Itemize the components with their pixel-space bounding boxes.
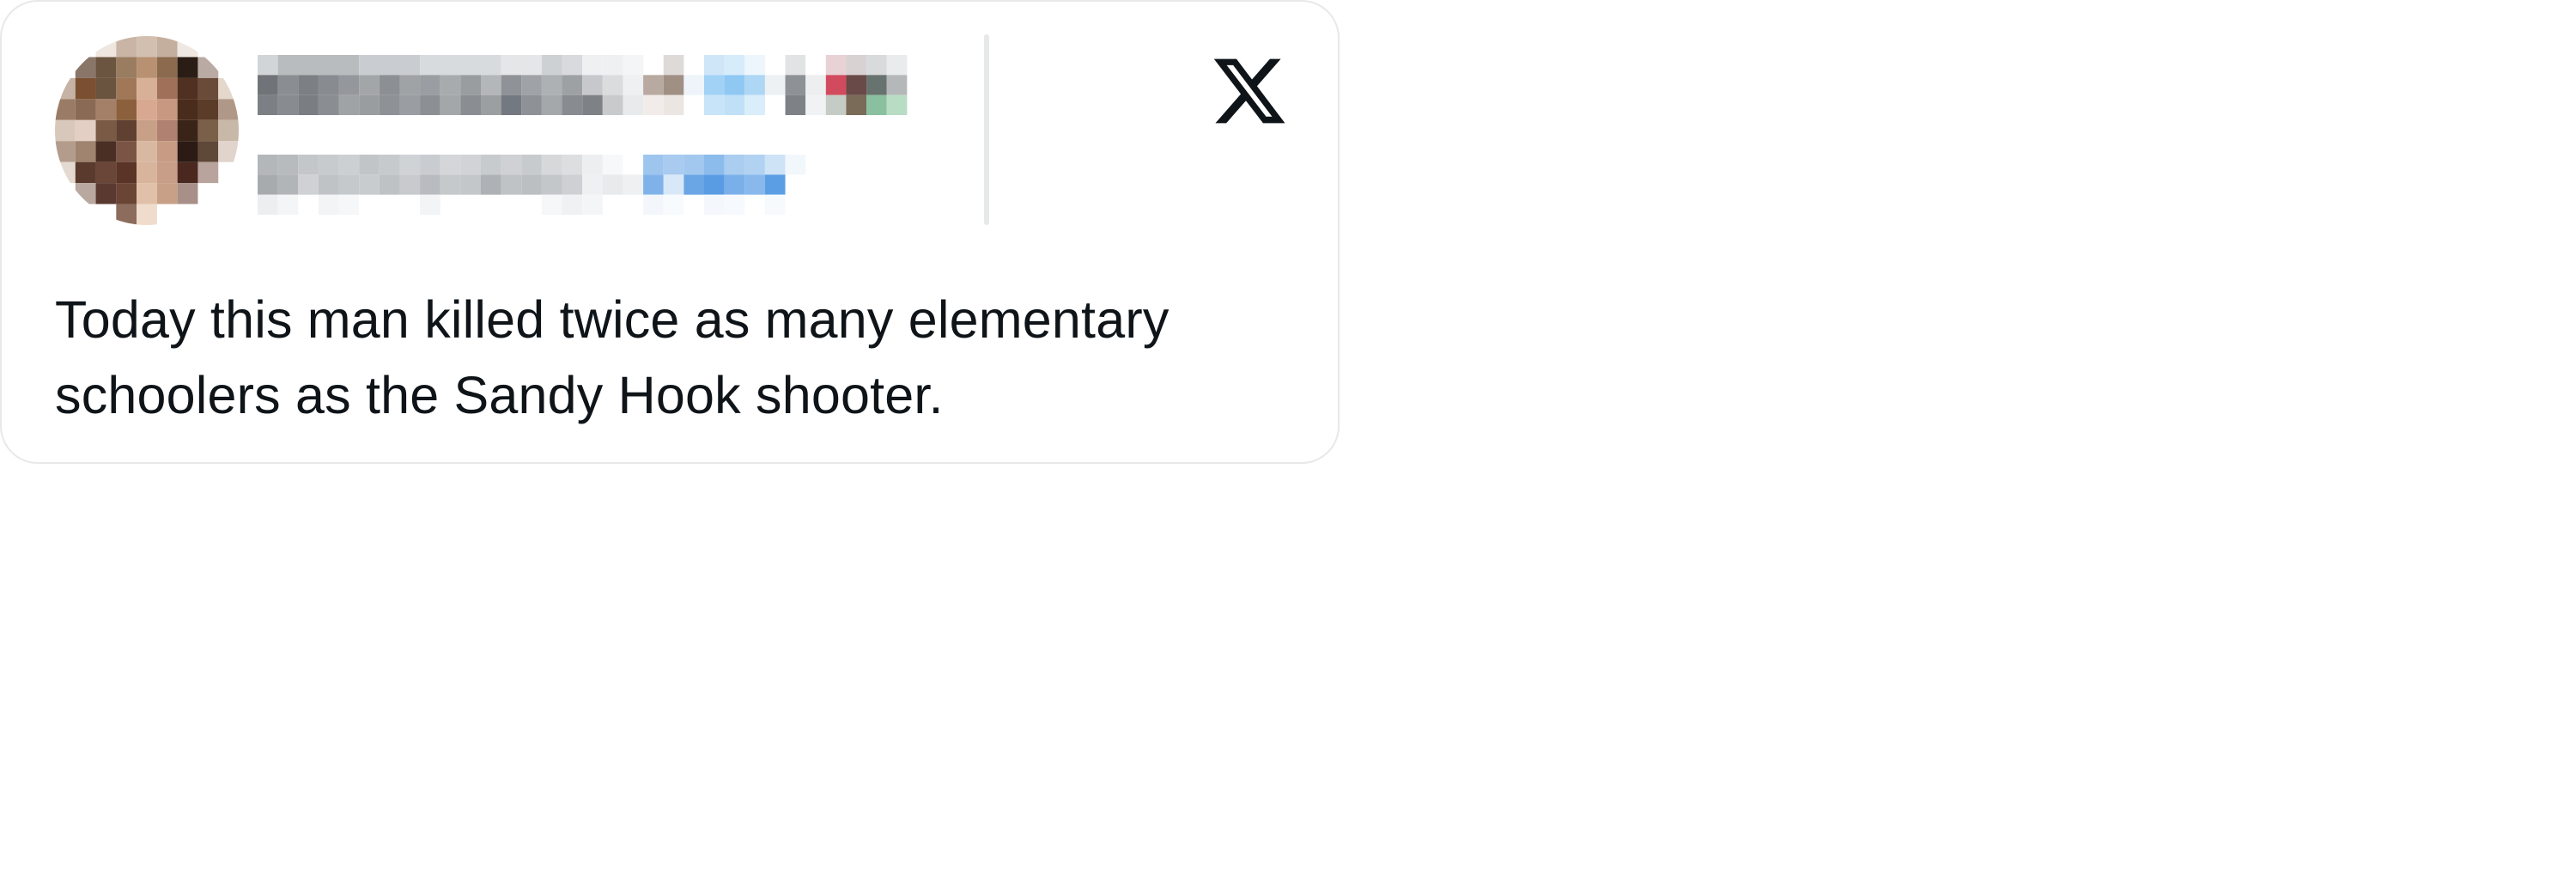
tweet-text: Today this man killed twice as many elem… (55, 290, 1170, 424)
redacted-avatar-icon (55, 36, 239, 225)
tweet-card[interactable]: Today this man killed twice as many elem… (0, 0, 1340, 464)
pixelated-name-icon (258, 55, 908, 115)
x-logo-glyph (1213, 58, 1285, 124)
pixelated-handle-icon (258, 155, 806, 215)
header-divider (984, 34, 989, 225)
x-logo-icon[interactable] (1207, 52, 1291, 131)
redacted-display-name[interactable] (258, 55, 927, 115)
avatar[interactable] (55, 36, 239, 225)
redacted-handle[interactable] (258, 155, 927, 215)
